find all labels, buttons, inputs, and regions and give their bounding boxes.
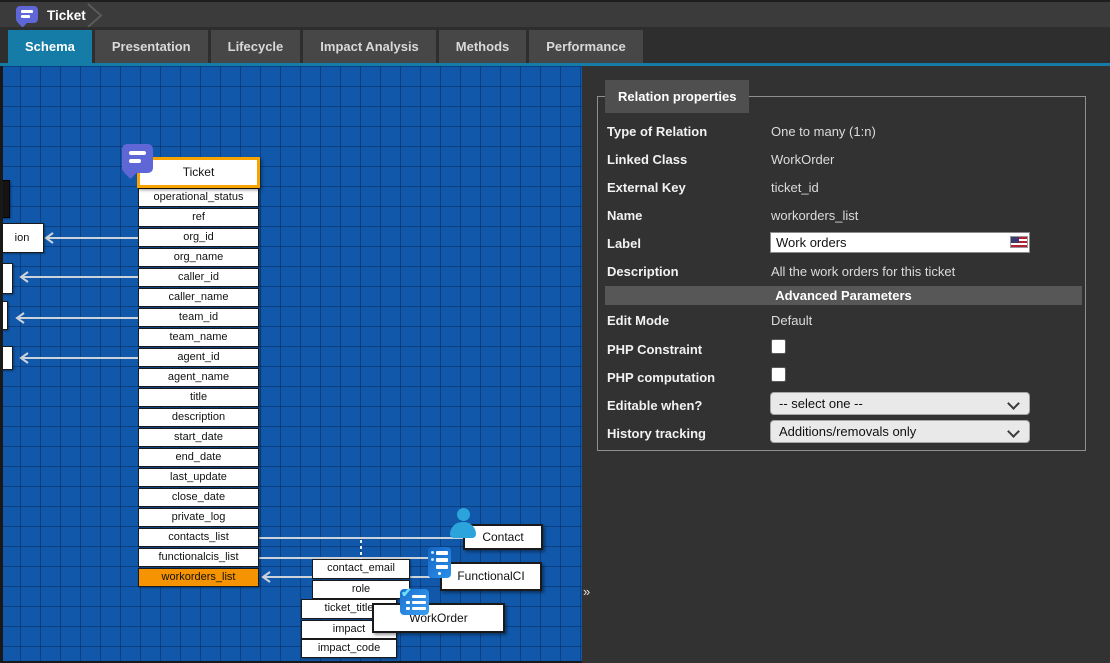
history-tracking-label: History tracking: [607, 425, 767, 443]
php-constraint-checkbox[interactable]: [771, 339, 786, 354]
ticket-class-icon: [122, 144, 153, 173]
schema-canvas[interactable]: ion Ticket operational_statusreforg_idor…: [0, 66, 582, 663]
tab-schema[interactable]: Schema: [8, 30, 92, 63]
ticket-field-list: operational_statusreforg_idorg_namecalle…: [138, 188, 259, 588]
edit-mode-label: Edit Mode: [607, 312, 767, 330]
linked-class-label: Linked Class: [607, 151, 767, 169]
edit-mode-value: Default: [771, 312, 1071, 330]
field-box-role[interactable]: role: [312, 580, 410, 599]
class-field-row[interactable]: close_date: [138, 488, 259, 507]
tab-presentation[interactable]: Presentation: [95, 30, 208, 63]
name-label: Name: [607, 207, 767, 225]
history-tracking-selected-value: Additions/removals only: [779, 424, 916, 439]
history-tracking-select[interactable]: Additions/removals only: [770, 420, 1030, 443]
tab-impact-analysis[interactable]: Impact Analysis: [303, 30, 436, 63]
tab-strip: Schema Presentation Lifecycle Impact Ana…: [8, 30, 643, 63]
php-constraint-label: PHP Constraint: [607, 341, 767, 359]
class-field-row[interactable]: ref: [138, 208, 259, 227]
class-field-row[interactable]: team_name: [138, 328, 259, 347]
editable-when-label: Editable when?: [607, 397, 767, 415]
tab-performance[interactable]: Performance: [529, 30, 642, 63]
php-computation-checkbox[interactable]: [771, 367, 786, 382]
editable-when-select[interactable]: -- select one --: [770, 392, 1030, 415]
type-of-relation-label: Type of Relation: [607, 123, 767, 141]
panel-header: Relation properties: [605, 80, 749, 113]
field-box-impact-code[interactable]: impact_code: [301, 639, 397, 658]
external-key-label: External Key: [607, 179, 767, 197]
php-computation-label: PHP computation: [607, 369, 767, 387]
class-field-row[interactable]: caller_id: [138, 268, 259, 287]
chevron-down-icon: [1007, 425, 1020, 438]
class-field-row[interactable]: end_date: [138, 448, 259, 467]
label-label: Label: [607, 235, 767, 253]
chevron-down-icon: [1007, 397, 1020, 410]
breadcrumb[interactable]: Ticket: [47, 2, 86, 29]
breadcrumb-chevron-icon: [86, 3, 104, 28]
class-field-row[interactable]: agent_name: [138, 368, 259, 387]
ticket-class-header[interactable]: Ticket: [137, 157, 260, 188]
class-field-row[interactable]: operational_status: [138, 188, 259, 207]
class-field-row[interactable]: last_update: [138, 468, 259, 487]
label-input[interactable]: [770, 232, 1030, 253]
editable-when-selected-value: -- select one --: [779, 396, 863, 411]
description-value: All the work orders for this ticket: [771, 263, 1071, 281]
linked-class-value: WorkOrder: [771, 151, 1071, 169]
class-field-row[interactable]: description: [138, 408, 259, 427]
class-field-row[interactable]: workorders_list: [138, 568, 259, 587]
ticket-chat-icon: [16, 6, 38, 23]
class-field-row[interactable]: title: [138, 388, 259, 407]
type-of-relation-value: One to many (1:n): [771, 123, 1071, 141]
external-key-value: ticket_id: [771, 179, 1071, 197]
name-value: workorders_list: [771, 207, 1071, 225]
class-field-row[interactable]: org_id: [138, 228, 259, 247]
server-icon: [428, 547, 451, 578]
tab-lifecycle[interactable]: Lifecycle: [211, 30, 301, 63]
advanced-parameters-section: Advanced Parameters: [605, 286, 1082, 305]
tab-methods[interactable]: Methods: [439, 30, 526, 63]
class-field-row[interactable]: functionalcis_list: [138, 548, 259, 567]
class-field-row[interactable]: agent_id: [138, 348, 259, 367]
class-field-row[interactable]: private_log: [138, 508, 259, 527]
class-field-row[interactable]: contacts_list: [138, 528, 259, 547]
person-icon: [450, 508, 477, 539]
partial-class-box-organization[interactable]: ion: [0, 223, 44, 253]
panel-expander-chevron[interactable]: »: [583, 584, 589, 599]
title-bar: Ticket: [0, 0, 1110, 27]
checklist-icon: ✔: [400, 589, 429, 615]
language-flag-icon[interactable]: [1010, 236, 1028, 248]
class-field-row[interactable]: team_id: [138, 308, 259, 327]
functionalci-class-box[interactable]: FunctionalCI: [440, 562, 542, 591]
field-box-contact-email[interactable]: contact_email: [312, 559, 410, 579]
class-field-row[interactable]: start_date: [138, 428, 259, 447]
canvas-left-border: [0, 66, 3, 663]
class-field-row[interactable]: org_name: [138, 248, 259, 267]
class-field-row[interactable]: caller_name: [138, 288, 259, 307]
description-label: Description: [607, 263, 767, 281]
workorder-class-box[interactable]: WorkOrder: [372, 603, 505, 633]
